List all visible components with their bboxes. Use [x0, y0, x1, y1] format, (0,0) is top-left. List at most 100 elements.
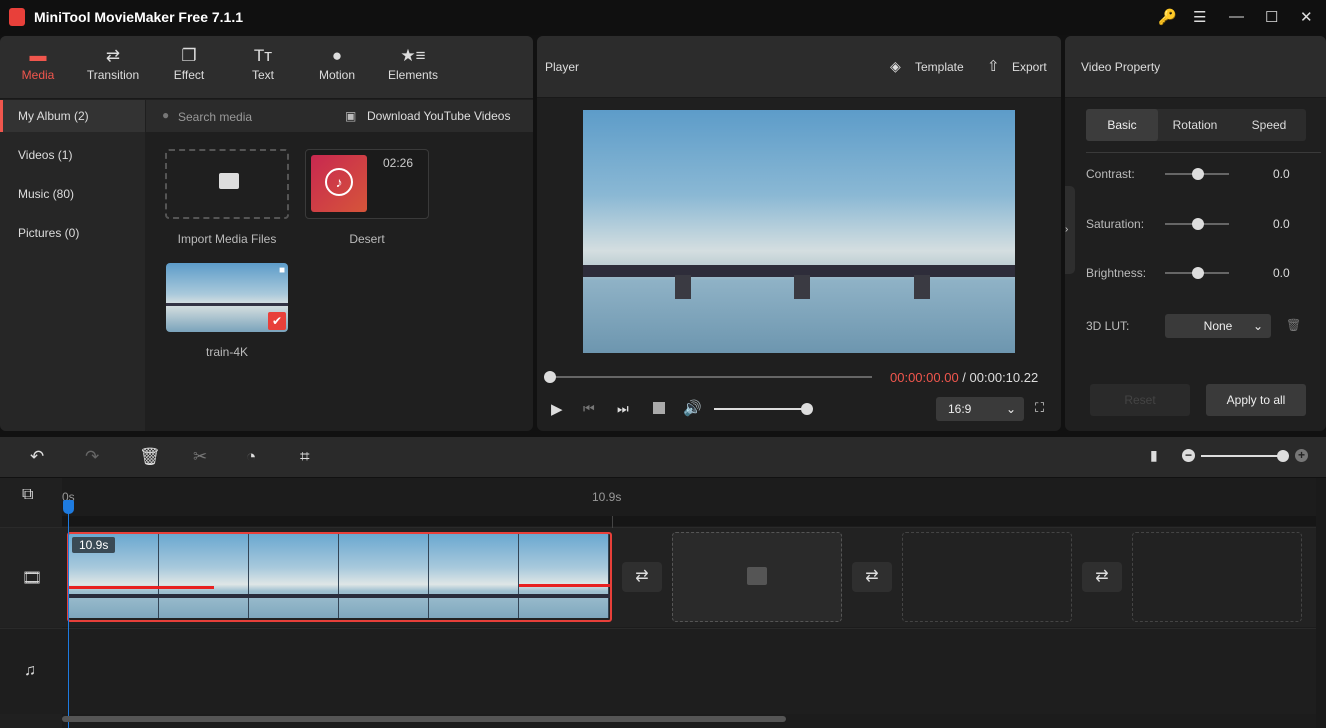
transition-icon: ⇄: [105, 46, 121, 65]
undo-icon[interactable]: ↶: [30, 447, 44, 467]
ruler-tick: [612, 516, 613, 528]
reset-button[interactable]: Reset: [1090, 384, 1190, 416]
redo-icon[interactable]: ↷: [85, 447, 99, 467]
export-icon: ⇧: [987, 58, 1000, 75]
duration-label: 02:26: [383, 156, 414, 170]
title-bar: MiniTool MovieMaker Free 7.1.1 🔑 ☰ — ☐ ✕: [0, 0, 1326, 35]
sidebar-item-pictures[interactable]: Pictures (0): [0, 217, 145, 249]
sidebar-item-music[interactable]: Music (80): [0, 178, 145, 210]
tab-label: Motion: [318, 68, 356, 82]
video-property-panel: Video Property › Basic Rotation Speed Co…: [1065, 36, 1326, 431]
zoom-out-button[interactable]: −: [1182, 449, 1195, 462]
stop-button[interactable]: [653, 402, 665, 414]
volume-icon[interactable]: 🔊: [683, 399, 702, 417]
menu-icon[interactable]: ☰: [1193, 8, 1206, 26]
folder-icon: [219, 173, 239, 189]
player-title: Player: [545, 60, 580, 74]
trash-icon[interactable]: 🗑: [1286, 318, 1301, 332]
maximize-button[interactable]: ☐: [1265, 8, 1278, 26]
saturation-label: Saturation:: [1086, 217, 1145, 231]
delete-icon[interactable]: 🗑: [139, 447, 161, 467]
timeline-zoom-slider[interactable]: [1201, 455, 1283, 457]
speed-icon[interactable]: ◔: [246, 447, 256, 467]
transition-slot[interactable]: ⇄: [1082, 562, 1122, 592]
volume-slider[interactable]: [714, 408, 806, 410]
current-time: 00:00:00.00: [890, 370, 959, 385]
sidebar-item-my-album[interactable]: My Album (2): [0, 100, 145, 132]
media-item-label: Import Media Files: [177, 232, 277, 246]
fit-timeline-icon[interactable]: ▮: [1150, 447, 1158, 464]
media-item-label: Desert: [349, 232, 385, 246]
empty-clip-slot[interactable]: [672, 532, 842, 622]
tab-rotation[interactable]: Rotation: [1158, 109, 1232, 141]
aspect-ratio-select[interactable]: 16:9 ⌄: [936, 397, 1024, 421]
ruler-mark: 10.9s: [592, 490, 622, 504]
tab-text[interactable]: Tт Text: [228, 36, 298, 99]
add-track-icon[interactable]: ⧉: [22, 486, 33, 504]
split-icon[interactable]: ✂: [193, 447, 207, 467]
progress-handle[interactable]: [544, 371, 556, 383]
tab-transition[interactable]: ⇄ Transition: [78, 36, 148, 99]
lut-select[interactable]: None ⌄: [1165, 314, 1271, 338]
app-logo: [9, 8, 25, 26]
chevron-down-icon: ⌄: [1252, 319, 1263, 333]
contrast-label: Contrast:: [1086, 167, 1135, 181]
album-sidebar: My Album (2) Videos (1) Music (80) Pictu…: [0, 100, 145, 431]
volume-handle[interactable]: [801, 403, 813, 415]
main-toolbar: ▬ Media ⇄ Transition ❐ Effect Tт Text ● Motio…: [0, 36, 533, 99]
play-button[interactable]: ▶: [551, 400, 563, 418]
tab-basic[interactable]: Basic: [1086, 109, 1158, 141]
music-icon: ♫: [24, 662, 36, 679]
folder-icon: ▬: [29, 46, 47, 65]
template-button[interactable]: Template: [915, 60, 964, 74]
vertical-scrollbar[interactable]: [1316, 478, 1326, 728]
video-camera-icon: ■: [278, 265, 285, 276]
playback-progress[interactable]: [550, 376, 872, 378]
music-note-icon: ♪: [325, 168, 353, 196]
next-frame-button[interactable]: ⏭: [617, 401, 629, 417]
motion-icon: ●: [331, 46, 343, 65]
playhead[interactable]: [68, 508, 69, 728]
minimize-button[interactable]: —: [1229, 8, 1244, 25]
lut-label: 3D LUT:: [1086, 319, 1130, 333]
time-readout: 00:00:00.00 / 00:00:10.22: [890, 370, 1038, 385]
bridge-pier: [675, 275, 691, 299]
saturation-handle[interactable]: [1192, 218, 1204, 230]
apply-to-all-button[interactable]: Apply to all: [1206, 384, 1306, 416]
export-button[interactable]: Export: [1012, 60, 1047, 74]
media-item-train-4k[interactable]: ■ ✔: [166, 263, 288, 332]
trim-arrow-left: [69, 586, 214, 589]
download-youtube-button[interactable]: Download YouTube Videos: [367, 109, 510, 123]
contrast-handle[interactable]: [1192, 168, 1204, 180]
tab-elements[interactable]: ★≡ Elements: [378, 36, 448, 99]
crop-icon[interactable]: ⌗: [300, 447, 310, 467]
media-item-label: train-4K: [205, 345, 249, 359]
empty-clip-slot[interactable]: [902, 532, 1072, 622]
checked-icon[interactable]: ✔: [268, 312, 286, 330]
key-icon[interactable]: 🔑: [1158, 8, 1177, 26]
tab-speed[interactable]: Speed: [1232, 109, 1306, 141]
media-item-desert[interactable]: ♪ 02:26: [305, 149, 429, 219]
empty-clip-slot[interactable]: [1132, 532, 1302, 622]
search-input[interactable]: Search media: [178, 110, 252, 124]
previous-frame-button[interactable]: ⏮: [583, 401, 595, 417]
transition-slot[interactable]: ⇄: [852, 562, 892, 592]
app-title: MiniTool MovieMaker Free 7.1.1: [34, 9, 244, 25]
sidebar-item-videos[interactable]: Videos (1): [0, 139, 145, 171]
brightness-handle[interactable]: [1192, 267, 1204, 279]
tab-effect[interactable]: ❐ Effect: [154, 36, 224, 99]
collapse-panel-button[interactable]: ›: [1065, 186, 1075, 274]
bridge: [166, 303, 288, 306]
transition-slot[interactable]: ⇄: [622, 562, 662, 592]
tab-media[interactable]: ▬ Media: [3, 36, 73, 99]
import-media-button[interactable]: [165, 149, 289, 219]
tab-motion[interactable]: ● Motion: [302, 36, 372, 99]
playhead-handle[interactable]: [63, 500, 74, 514]
player-panel: Player ◈ Template ⇧ Export 00:00:00.00 /…: [537, 36, 1061, 431]
horizontal-scrollbar[interactable]: [62, 716, 786, 722]
timeline-zoom-handle[interactable]: [1277, 450, 1289, 462]
fullscreen-button[interactable]: ⛶: [1035, 400, 1044, 416]
zoom-in-button[interactable]: +: [1295, 449, 1308, 462]
video-clip[interactable]: 10.9s: [67, 532, 612, 622]
close-button[interactable]: ✕: [1300, 8, 1313, 26]
